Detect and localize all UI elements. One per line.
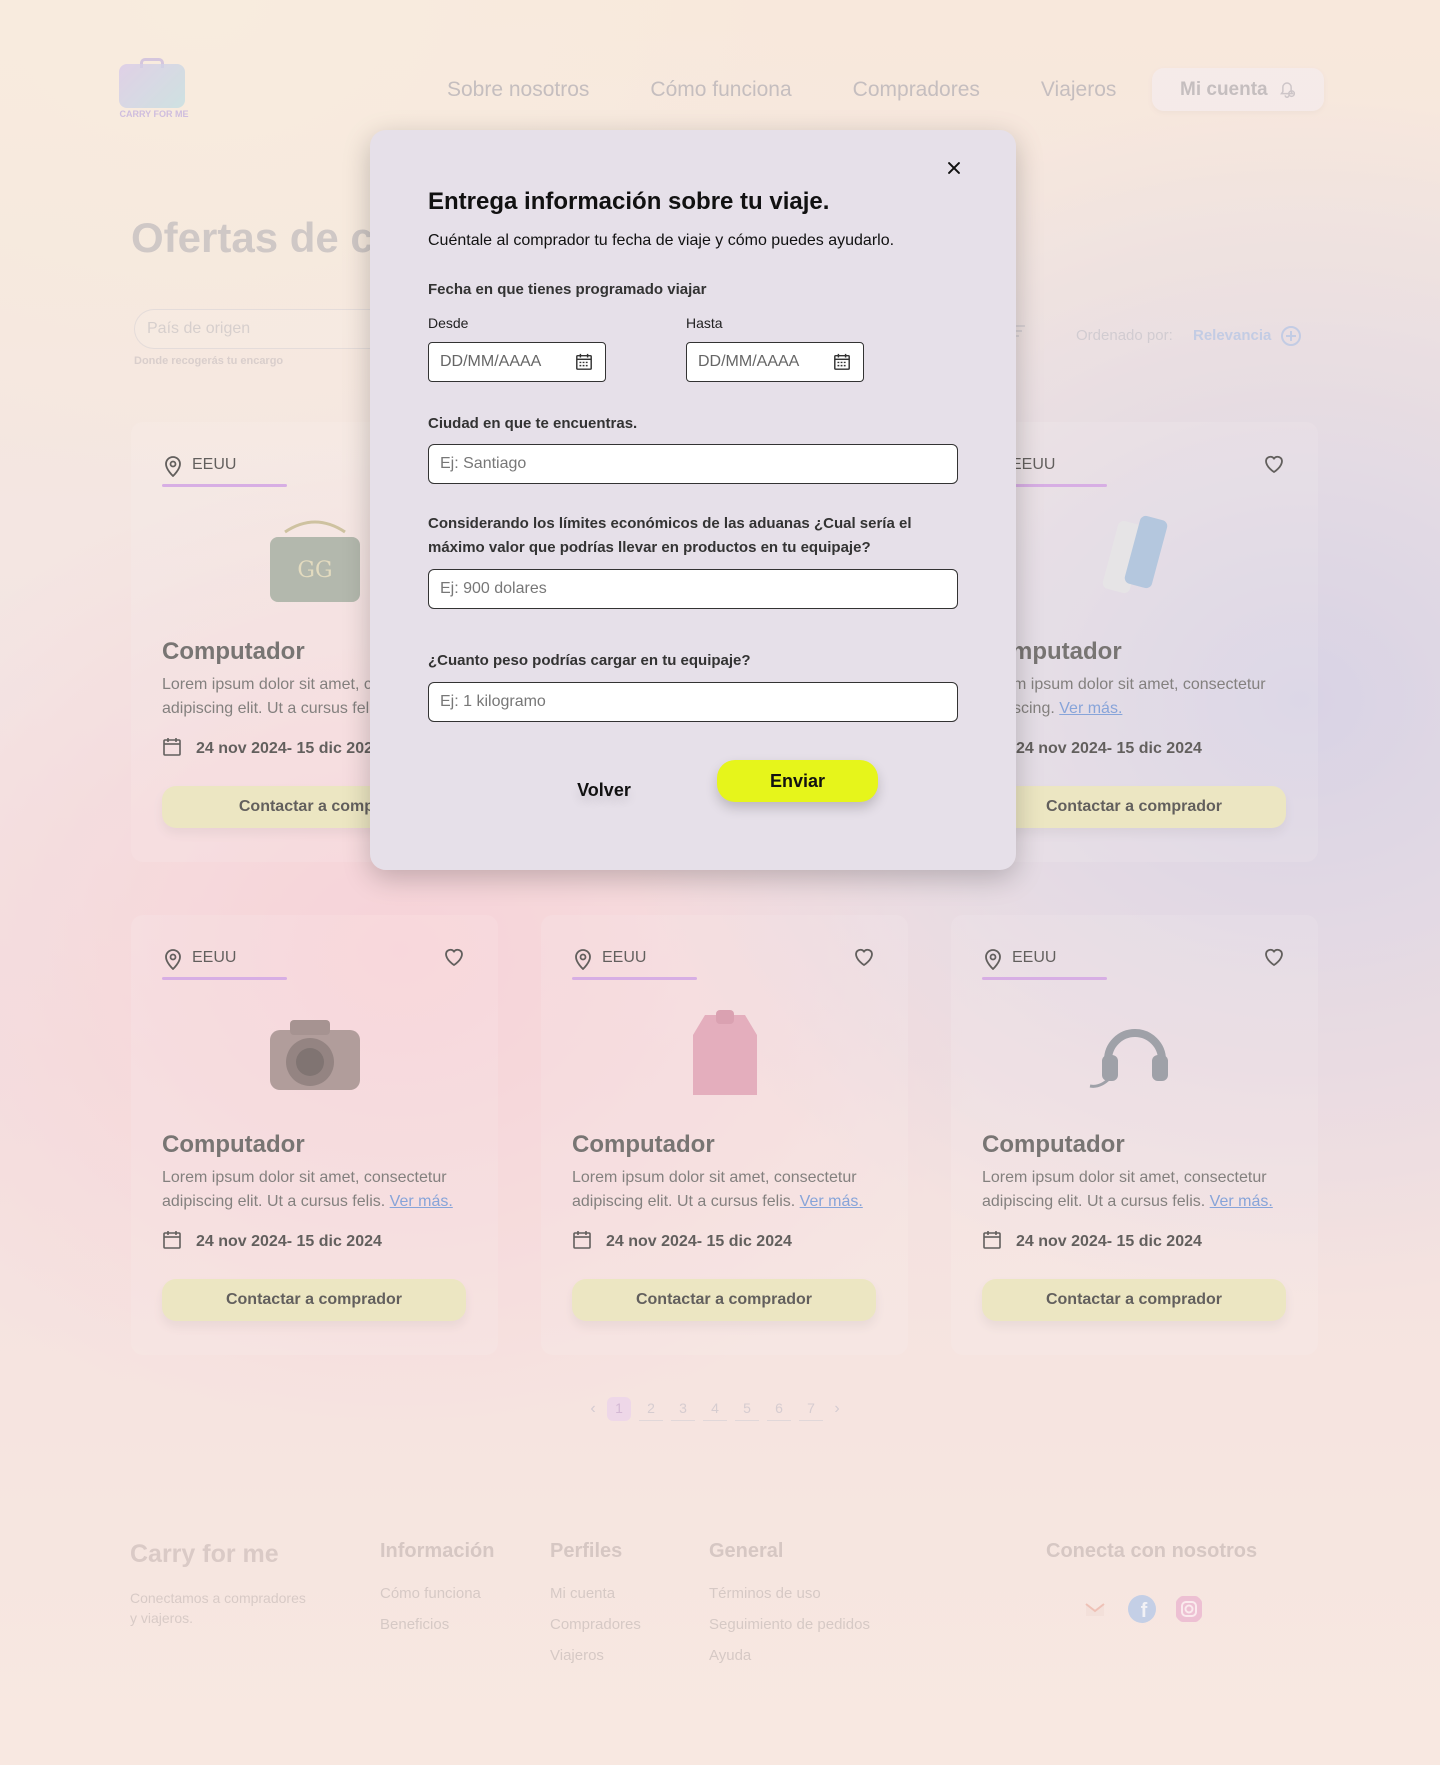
from-label: Desde (428, 315, 469, 331)
date-from-placeholder: DD/MM/AAAA (440, 353, 542, 370)
date-section-label: Fecha en que tienes programado viajar (428, 281, 707, 298)
to-label: Hasta (686, 315, 723, 331)
trip-info-modal: Entrega información sobre tu viaje. Cuén… (370, 130, 1016, 870)
calendar-icon[interactable] (575, 353, 593, 371)
city-label: Ciudad en que te encuentras. (428, 415, 638, 432)
city-input[interactable]: Ej: Santiago (428, 444, 958, 484)
weight-label: ¿Cuanto peso podrías cargar en tu equipa… (428, 652, 751, 669)
send-button[interactable]: Enviar (717, 760, 878, 802)
max-value-label: Considerando los límites económicos de l… (428, 515, 912, 556)
close-icon[interactable] (940, 154, 968, 182)
modal-subtitle: Cuéntale al comprador tu fecha de viaje … (428, 232, 895, 249)
back-button[interactable]: Volver (544, 770, 664, 810)
weight-input[interactable]: Ej: 1 kilogramo (428, 682, 958, 722)
date-to-placeholder: DD/MM/AAAA (698, 353, 800, 370)
max-value-input[interactable]: Ej: 900 dolares (428, 569, 958, 609)
modal-title: Entrega información sobre tu viaje. (428, 188, 830, 215)
calendar-icon[interactable] (833, 353, 851, 371)
date-from-input[interactable]: DD/MM/AAAA (428, 342, 606, 382)
date-to-input[interactable]: DD/MM/AAAA (686, 342, 864, 382)
